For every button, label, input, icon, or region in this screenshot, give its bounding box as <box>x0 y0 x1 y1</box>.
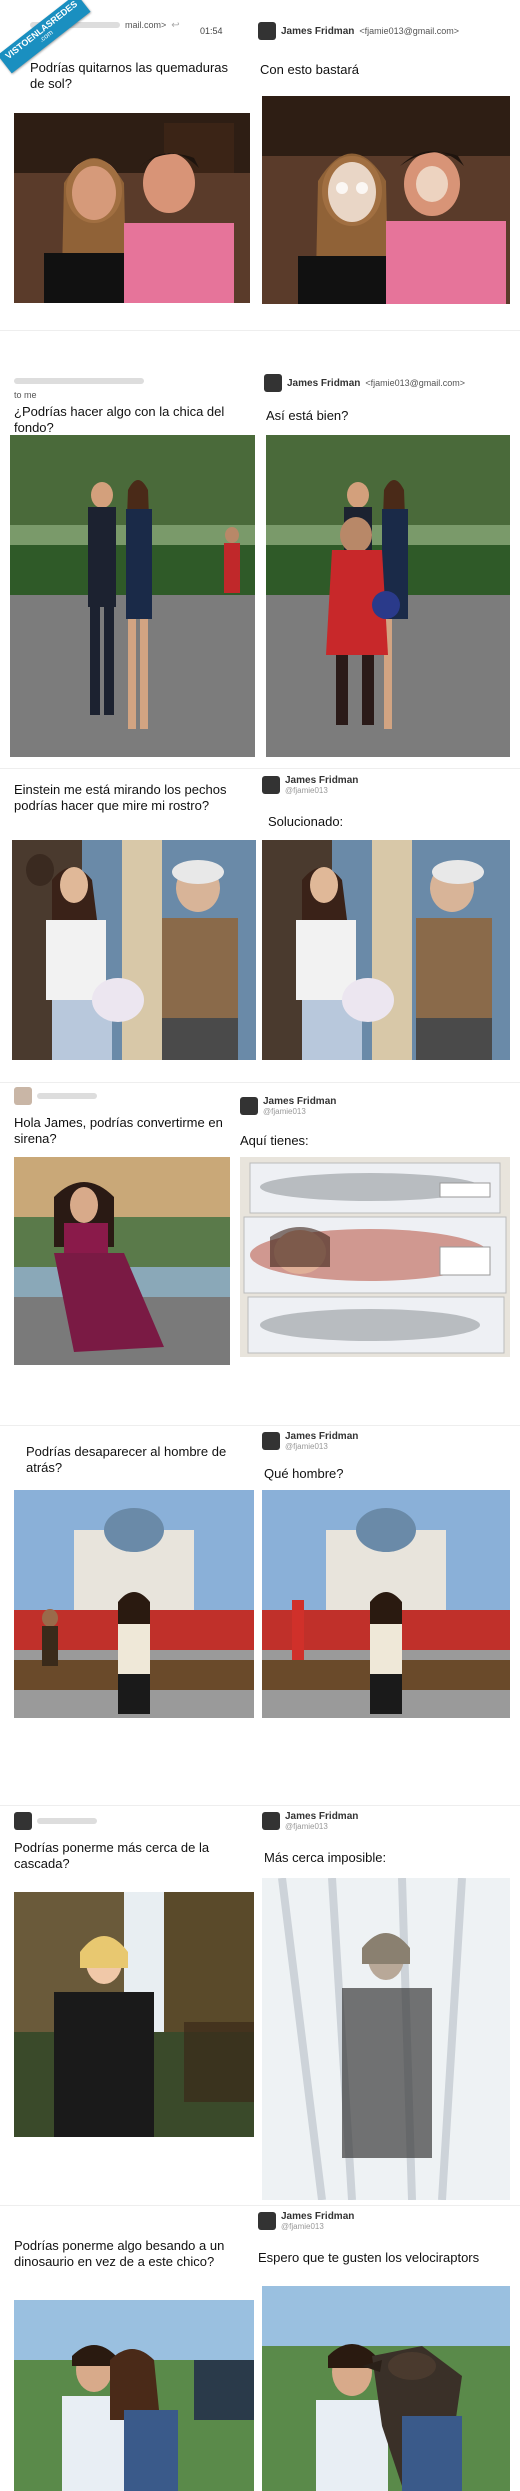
divider <box>0 1082 520 1083</box>
avatar <box>14 1812 32 1830</box>
photo-original <box>10 435 255 757</box>
avatar <box>262 1812 280 1830</box>
request-message: Podrías desaparecer al hombre de atrás? <box>26 1444 227 1475</box>
redacted-sender <box>37 1093 97 1099</box>
photo-edited <box>262 96 510 304</box>
sender-name: James Fridman <box>285 775 359 786</box>
avatar <box>258 2212 276 2230</box>
panel-dinosaur: Podrías ponerme algo besando a un dinosa… <box>0 2210 520 2491</box>
sender-name: James Fridman <box>285 1431 359 1442</box>
email-header-right: James Fridman <fjamie013@gmail.com> <box>258 20 459 42</box>
request-message: Podrías quitarnos las quemaduras de sol? <box>30 60 229 91</box>
reply-message: Así está bien? <box>266 408 349 423</box>
sender-handle: @fjamie013 <box>285 1822 328 1831</box>
photo-original <box>12 840 256 1060</box>
divider <box>0 1425 520 1426</box>
sender-name: James Fridman <box>263 1096 337 1107</box>
divider <box>0 1805 520 1806</box>
photo-edited <box>262 1490 510 1718</box>
sender-name: James Fridman <box>287 377 361 389</box>
avatar <box>258 22 276 40</box>
photo-original <box>14 1490 254 1718</box>
email-header-right: James Fridman @fjamie013 <box>240 1095 336 1117</box>
sender-handle: @fjamie013 <box>285 786 328 795</box>
sender-handle: @fjamie013 <box>281 2222 324 2231</box>
divider <box>0 768 520 769</box>
avatar <box>264 374 282 392</box>
avatar <box>240 1097 258 1115</box>
email-header-time: 01:54 <box>200 20 223 42</box>
email-header-left <box>14 1085 97 1107</box>
photo-edited <box>262 840 510 1060</box>
sender-email: <fjamie013@gmail.com> <box>365 378 466 388</box>
request-message: Hola James, podrías convertirme en siren… <box>14 1115 223 1146</box>
request-message: Podrías ponerme algo besando a un dinosa… <box>14 2238 225 2269</box>
photo-original <box>14 1892 254 2137</box>
email-header-left <box>14 1810 97 1832</box>
sender-name: James Fridman <box>285 1811 359 1822</box>
reply-message: Más cerca imposible: <box>264 1850 387 1865</box>
photo-edited <box>266 435 510 757</box>
photo-edited <box>262 1878 510 2200</box>
photo-edited <box>262 2286 510 2491</box>
request-message: ¿Podrías hacer algo con la chica del fon… <box>14 404 225 435</box>
panel-background-girl: to me James Fridman <fjamie013@gmail.com… <box>0 360 520 760</box>
avatar <box>262 776 280 794</box>
photo-original <box>14 1157 230 1365</box>
panel-waterfall: Podrías ponerme más cerca de la cascada?… <box>0 1810 520 2200</box>
email-header-right: James Fridman @fjamie013 <box>262 774 358 796</box>
panel-einstein: Einstein me está mirando los pechos podr… <box>0 770 520 1080</box>
reply-arrow-icon: ↩ <box>171 19 180 31</box>
request-message: Einstein me está mirando los pechos podr… <box>14 782 227 813</box>
request-message: Podrías ponerme más cerca de la cascada? <box>14 1840 210 1871</box>
recipient-label: to me <box>14 390 37 400</box>
avatar <box>262 1432 280 1450</box>
photo-original <box>14 113 250 303</box>
photo-edited <box>240 1157 510 1357</box>
email-header-right: James Fridman @fjamie013 <box>258 2210 354 2232</box>
sender-name: James Fridman <box>281 25 355 37</box>
panel-man-behind: Podrías desaparecer al hombre de atrás? … <box>0 1430 520 1800</box>
redacted-sender <box>37 1818 97 1824</box>
meme-collage: VISTOENLASREDES .com mail.com> ↩ 01:54 J… <box>0 0 520 2491</box>
email-header-left-to: to me <box>14 384 37 406</box>
reply-message: Solucionado: <box>268 814 344 829</box>
timestamp: 01:54 <box>200 26 223 36</box>
reply-message: Con esto bastará <box>260 62 360 77</box>
reply-message: Aquí tienes: <box>240 1133 309 1148</box>
panel-sunburn: mail.com> ↩ 01:54 James Fridman <fjamie0… <box>0 0 520 320</box>
sender-email: mail.com> <box>125 20 167 30</box>
photo-original <box>14 2300 254 2491</box>
email-header-right: James Fridman <fjamie013@gmail.com> <box>264 372 465 394</box>
sender-email: <fjamie013@gmail.com> <box>359 26 460 36</box>
reply-message: Qué hombre? <box>264 1466 344 1481</box>
email-header-right: James Fridman @fjamie013 <box>262 1430 358 1452</box>
panel-mermaid: Hola James, podrías convertirme en siren… <box>0 1085 520 1420</box>
divider <box>0 330 520 331</box>
sender-handle: @fjamie013 <box>285 1442 328 1451</box>
divider <box>0 2205 520 2206</box>
email-header-right: James Fridman @fjamie013 <box>262 1810 358 1832</box>
reply-message: Espero que te gusten los velociraptors <box>258 2250 480 2265</box>
avatar <box>14 1087 32 1105</box>
sender-name: James Fridman <box>281 2211 355 2222</box>
sender-handle: @fjamie013 <box>263 1107 306 1116</box>
